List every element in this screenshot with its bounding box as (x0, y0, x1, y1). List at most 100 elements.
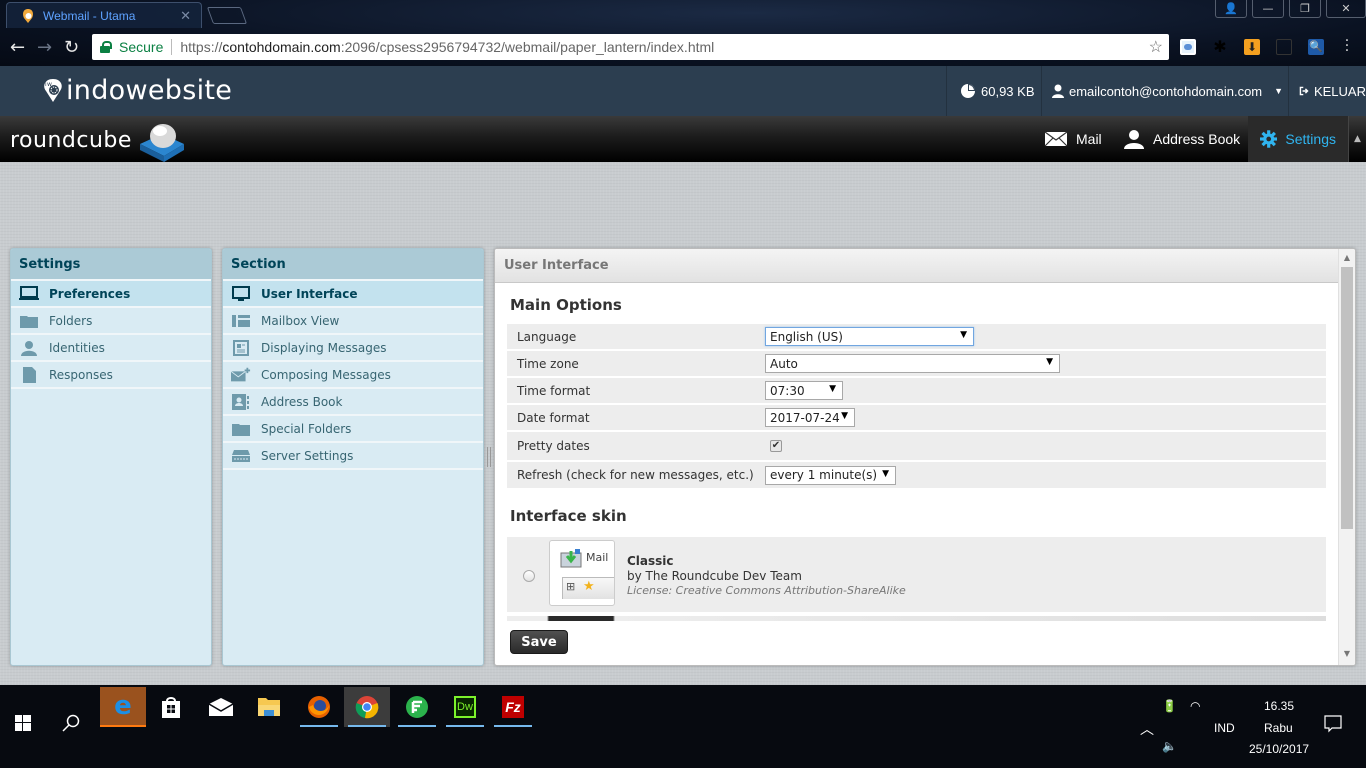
refresh-select[interactable]: every 1 minute(s) ▼ (765, 465, 896, 485)
extension-icon[interactable] (1180, 39, 1196, 55)
brand-name: indowebsite (66, 75, 233, 106)
search-extension-icon[interactable]: 🔍 (1308, 39, 1324, 55)
taskbar-store[interactable] (148, 687, 194, 727)
minimize-icon[interactable]: — (1252, 0, 1284, 18)
taskbar-mail[interactable] (198, 687, 244, 727)
taskbar-edge[interactable]: e (100, 687, 146, 727)
start-button[interactable] (0, 703, 46, 743)
brand-logo[interactable]: iw indowebsite (42, 75, 232, 106)
taskbar-dreamweaver[interactable]: Dw (442, 687, 488, 727)
show-hidden-icons-button[interactable]: ︿ (1140, 719, 1154, 739)
scroll-down-icon[interactable]: ▼ (1339, 649, 1355, 663)
taskbar-file-explorer[interactable] (246, 687, 292, 727)
main-area: Settings Preferences Folders Identities … (0, 162, 1366, 685)
save-button[interactable]: Save (510, 630, 568, 654)
time-format-select[interactable]: 07:30 ▼ (765, 381, 843, 400)
bookmark-star-icon[interactable]: ☆ (1149, 37, 1163, 57)
volume-icon[interactable]: 🔈 (1162, 739, 1177, 753)
restore-icon[interactable]: ❐ (1289, 0, 1321, 18)
taskbar-feedly[interactable] (394, 687, 440, 727)
logout-button[interactable]: KELUAR (1288, 66, 1366, 116)
puzzle-extension-icon[interactable]: ✱ (1212, 39, 1228, 55)
section-item-label: Server Settings (261, 448, 354, 463)
skin-radio-classic[interactable] (523, 570, 535, 582)
roundcube-logo-icon (140, 124, 184, 162)
close-tab-icon[interactable]: ✕ (180, 8, 191, 24)
timezone-select[interactable]: Auto ▼ (765, 354, 1060, 373)
close-window-icon[interactable]: ✕ (1326, 0, 1366, 18)
dreamweaver-icon: Dw (454, 696, 476, 718)
section-item-user-interface[interactable]: User Interface (223, 281, 483, 308)
action-center-button[interactable] (1324, 715, 1342, 736)
date-format-select[interactable]: 2017-07-24 ▼ (765, 408, 855, 427)
section-item-mailbox-view[interactable]: Mailbox View (223, 308, 483, 335)
section-item-label: Mailbox View (261, 313, 340, 328)
settings-item-identities[interactable]: Identities (11, 335, 211, 362)
input-language[interactable]: IND (1214, 721, 1235, 735)
menu-icon[interactable]: · · · (1344, 34, 1350, 58)
gear-icon (1260, 130, 1278, 148)
search-button[interactable] (48, 703, 94, 743)
section-item-server-settings[interactable]: Server Settings (223, 443, 483, 470)
time-format-select-value: 07:30 (770, 383, 805, 398)
language-select[interactable]: English (US) ▼ (765, 327, 974, 346)
nav-settings[interactable]: Settings (1248, 116, 1348, 162)
roundcube-logo-text[interactable]: roundcube (10, 128, 132, 153)
chevron-down-icon: ▼ (1274, 86, 1284, 96)
url-text[interactable]: https://contohdomain.com:2096/cpsess2956… (180, 39, 714, 55)
download-icon[interactable]: ⬇ (1244, 39, 1260, 55)
user-menu[interactable]: emailcontoh@contohdomain.com ▼ (1041, 66, 1288, 116)
profile-icon[interactable]: 👤 (1215, 0, 1247, 18)
skin-thumb-toolbar: ⊞ ★ (562, 577, 614, 599)
back-icon[interactable]: ← (10, 37, 25, 58)
pretty-dates-checkbox[interactable]: ✔ (770, 440, 782, 452)
section-item-address-book[interactable]: Address Book (223, 389, 483, 416)
skin-license: License: Creative Commons Attribution-Sh… (627, 584, 906, 597)
taskbar-filezilla[interactable]: Fz (490, 687, 536, 727)
settings-item-responses[interactable]: Responses (11, 362, 211, 389)
window-controls: 👤 — ❐ ✕ (1210, 0, 1366, 18)
nav-mail[interactable]: Mail (1032, 116, 1114, 162)
skin-option-partial (507, 616, 1326, 621)
new-tab-button[interactable] (206, 7, 248, 24)
clock-time[interactable]: 16.35 (1264, 699, 1294, 713)
skin-option-classic[interactable]: Mail ⊞ ★ Classic by The Roundcube Dev Te… (507, 537, 1326, 612)
taskbar-chrome[interactable] (344, 687, 390, 727)
battery-icon[interactable]: 🔋 (1162, 699, 1177, 713)
forward-icon[interactable]: → (37, 37, 52, 58)
scroll-up-icon[interactable]: ▲ (1339, 253, 1355, 267)
section-item-displaying-messages[interactable]: Displaying Messages (223, 335, 483, 362)
extension-box-icon[interactable] (1276, 39, 1292, 55)
section-item-label: Special Folders (261, 421, 352, 436)
wifi-icon[interactable]: ◠ (1190, 699, 1200, 713)
mail-icon (1044, 131, 1068, 147)
address-bar[interactable]: Secure https://contohdomain.com:2096/cps… (92, 34, 1169, 60)
settings-item-preferences[interactable]: Preferences (11, 281, 211, 308)
nav-address-book[interactable]: Address Book (1111, 116, 1252, 162)
document-icon (19, 366, 39, 383)
clock-day[interactable]: Rabu (1264, 721, 1293, 735)
option-row-timezone: Time zone Auto ▼ (507, 351, 1326, 376)
browser-tab[interactable]: Webmail - Utama ✕ (6, 2, 202, 28)
content-scrollbar[interactable]: ▲ ▼ (1338, 249, 1355, 665)
section-item-composing-messages[interactable]: Composing Messages (223, 362, 483, 389)
clock-date[interactable]: 25/10/2017 (1249, 742, 1309, 756)
quota-indicator: 60,93 KB (946, 66, 1041, 116)
reload-icon[interactable]: ↻ (64, 37, 79, 58)
section-panel: Section User Interface Mailbox View Disp… (222, 248, 484, 666)
secure-label: Secure (119, 39, 173, 55)
panel-splitter-handle[interactable] (487, 447, 491, 467)
collapse-header-button[interactable]: ▲ (1348, 116, 1366, 162)
section-item-special-folders[interactable]: Special Folders (223, 416, 483, 443)
server-icon (231, 448, 251, 464)
skin-thumb-label: Mail (586, 551, 609, 564)
taskbar-firefox[interactable] (296, 687, 342, 727)
url-scheme: https:// (180, 39, 223, 55)
settings-item-folders[interactable]: Folders (11, 308, 211, 335)
interface-skin-title: Interface skin (510, 507, 627, 525)
date-format-select-value: 2017-07-24 (770, 410, 840, 425)
monitor-icon (231, 285, 251, 302)
quota-value: 60,93 KB (981, 83, 1035, 99)
chevron-down-icon: ▼ (960, 330, 967, 340)
scrollbar-thumb[interactable] (1341, 267, 1353, 529)
